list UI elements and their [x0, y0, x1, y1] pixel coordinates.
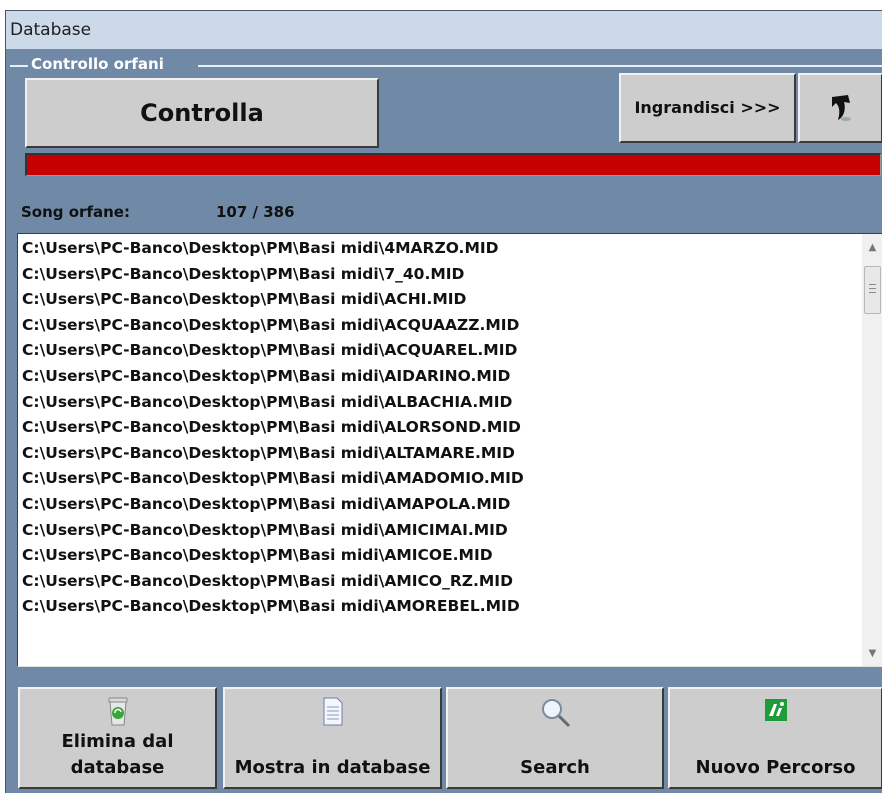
undo-arrow-icon	[832, 95, 851, 121]
progress-bar	[25, 153, 881, 176]
list-item[interactable]: C:\Users\PC-Banco\Desktop\PM\Basi midi\A…	[22, 569, 857, 595]
elimina-dal-database-button[interactable]: Elimina dal database	[18, 687, 217, 789]
mostra-label: Mostra in database	[234, 757, 431, 778]
list-item[interactable]: C:\Users\PC-Banco\Desktop\PM\Basi midi\A…	[22, 313, 857, 339]
group-border-left	[10, 65, 28, 67]
progress-fill	[27, 155, 880, 175]
list-item[interactable]: C:\Users\PC-Banco\Desktop\PM\Basi midi\A…	[22, 287, 857, 313]
nuovo-percorso-button[interactable]: Nuovo Percorso	[668, 687, 882, 789]
list-items: C:\Users\PC-Banco\Desktop\PM\Basi midi\4…	[22, 236, 857, 664]
back-button[interactable]	[798, 73, 882, 143]
list-item[interactable]: C:\Users\PC-Banco\Desktop\PM\Basi midi\A…	[22, 441, 857, 467]
database-window: Database Controllo orfani Controlla Ingr…	[5, 10, 882, 793]
list-item[interactable]: C:\Users\PC-Banco\Desktop\PM\Basi midi\A…	[22, 518, 857, 544]
new-path-icon	[764, 695, 787, 726]
mostra-in-database-button[interactable]: Mostra in database	[223, 687, 442, 789]
scroll-up-arrow-icon[interactable]: ▲	[862, 238, 882, 258]
grip-line	[869, 284, 876, 285]
orphan-songs-label: Song orfane:	[21, 203, 130, 221]
ingrandisci-button[interactable]: Ingrandisci >>>	[619, 73, 796, 143]
group-label: Controllo orfani	[28, 54, 167, 74]
grip-line	[869, 292, 876, 293]
list-item[interactable]: C:\Users\PC-Banco\Desktop\PM\Basi midi\4…	[22, 236, 857, 262]
list-item[interactable]: C:\Users\PC-Banco\Desktop\PM\Basi midi\A…	[22, 364, 857, 390]
list-item[interactable]: C:\Users\PC-Banco\Desktop\PM\Basi midi\A…	[22, 390, 857, 416]
list-item[interactable]: C:\Users\PC-Banco\Desktop\PM\Basi midi\7…	[22, 262, 857, 288]
search-label: Search	[520, 757, 590, 778]
list-item[interactable]: C:\Users\PC-Banco\Desktop\PM\Basi midi\A…	[22, 338, 857, 364]
elimina-label-line2: database	[70, 757, 165, 778]
document-icon	[321, 695, 345, 732]
grip-line	[869, 288, 876, 289]
list-item[interactable]: C:\Users\PC-Banco\Desktop\PM\Basi midi\A…	[22, 415, 857, 441]
list-item[interactable]: C:\Users\PC-Banco\Desktop\PM\Basi midi\A…	[22, 492, 857, 518]
nuovo-percorso-label: Nuovo Percorso	[695, 757, 856, 778]
vertical-scrollbar[interactable]: ▲ ▼	[862, 234, 882, 666]
list-item[interactable]: C:\Users\PC-Banco\Desktop\PM\Basi midi\A…	[22, 466, 857, 492]
recycle-bin-icon	[106, 695, 130, 732]
orphan-songs-list[interactable]: C:\Users\PC-Banco\Desktop\PM\Basi midi\4…	[17, 233, 882, 667]
scroll-thumb[interactable]	[864, 266, 881, 314]
list-item[interactable]: C:\Users\PC-Banco\Desktop\PM\Basi midi\A…	[22, 543, 857, 569]
orphan-songs-count: 107 / 386	[216, 203, 295, 221]
magnifier-icon	[538, 695, 572, 734]
group-border-right	[198, 65, 882, 67]
elimina-label-line1: Elimina dal	[61, 731, 174, 752]
controlla-button[interactable]: Controlla	[25, 78, 379, 148]
list-item[interactable]: C:\Users\PC-Banco\Desktop\PM\Basi midi\A…	[22, 594, 857, 620]
window-title: Database	[6, 11, 882, 49]
search-button[interactable]: Search	[446, 687, 664, 789]
scroll-down-arrow-icon[interactable]: ▼	[862, 644, 882, 664]
